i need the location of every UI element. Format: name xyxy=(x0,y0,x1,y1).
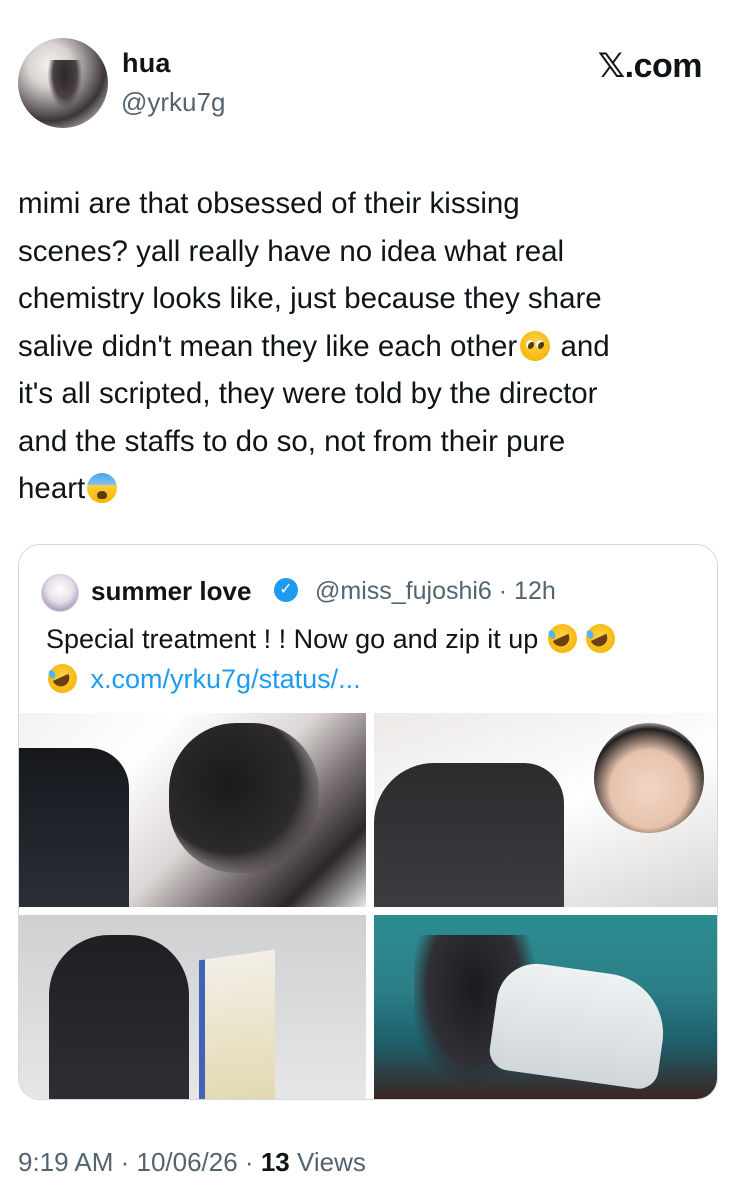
quoted-author-name[interactable]: summer love xyxy=(91,576,251,607)
quoted-tweet-link[interactable]: x.com/yrku7g/status/... xyxy=(91,664,361,694)
views-count: 13 xyxy=(260,1147,290,1177)
tweet-line: it's all scripted, they were told by the… xyxy=(18,377,598,410)
media-grid xyxy=(19,713,717,1099)
quoted-tweet-text: Special treatment ! ! Now go and zip it … xyxy=(46,619,706,699)
tweet-meta-footer: 9:19 AM · 10/06/26 · 13 Views xyxy=(18,1147,366,1178)
rofl-emoji-icon xyxy=(547,624,577,653)
fearful-face-emoji-icon xyxy=(87,473,118,503)
rofl-emoji-icon xyxy=(48,664,77,693)
tweet-line: mimi are that obsessed of their kissing xyxy=(18,187,520,220)
tweet-line-text: heart xyxy=(18,472,86,505)
media-photo-4[interactable] xyxy=(374,915,717,1099)
pleading-face-emoji-icon xyxy=(520,330,551,361)
quoted-tweet-line: Special treatment ! ! Now go and zip it … xyxy=(46,619,706,659)
quoted-author-avatar[interactable] xyxy=(41,574,79,612)
tweet-line: and the staffs to do so, not from their … xyxy=(18,424,566,458)
quoted-tweet-line-text: Special treatment ! ! Now go and zip it … xyxy=(46,624,539,654)
quoted-tweet-line: x.com/yrku7g/status/... xyxy=(46,659,706,699)
tweet-line-with-emoji: salive didn't mean they like each other … xyxy=(18,323,718,371)
tweet-line-text: and xyxy=(560,329,610,363)
quoted-author-handle-time[interactable]: @miss_fujoshi6 · 12h xyxy=(315,577,556,606)
tweet-line-text: salive didn't mean they like each other xyxy=(18,329,518,363)
media-photo-3[interactable] xyxy=(19,915,366,1099)
verified-badge-icon: ✓ xyxy=(274,578,298,602)
tweet-line-with-emoji: heart xyxy=(18,465,718,513)
author-name[interactable]: hua xyxy=(122,48,171,79)
timestamp-date[interactable]: 9:19 AM · 10/06/26 · xyxy=(18,1147,261,1177)
rofl-emoji-icon xyxy=(586,624,616,653)
author-handle[interactable]: @yrku7g xyxy=(121,87,225,118)
views-label: Views xyxy=(289,1147,366,1177)
tweet-text: mimi are that obsessed of their kissing … xyxy=(18,180,718,513)
media-photo-2[interactable] xyxy=(374,713,717,907)
quoted-tweet-card[interactable]: summer love ✓ @miss_fujoshi6 · 12h Speci… xyxy=(18,544,718,1100)
x-logo-brand: 𝕏.com xyxy=(597,47,703,85)
author-avatar[interactable] xyxy=(18,38,108,128)
tweet-line: chemistry looks like, just because they … xyxy=(18,282,602,315)
tweet-line: scenes? yall really have no idea what re… xyxy=(18,234,565,268)
media-photo-1[interactable] xyxy=(19,713,366,907)
